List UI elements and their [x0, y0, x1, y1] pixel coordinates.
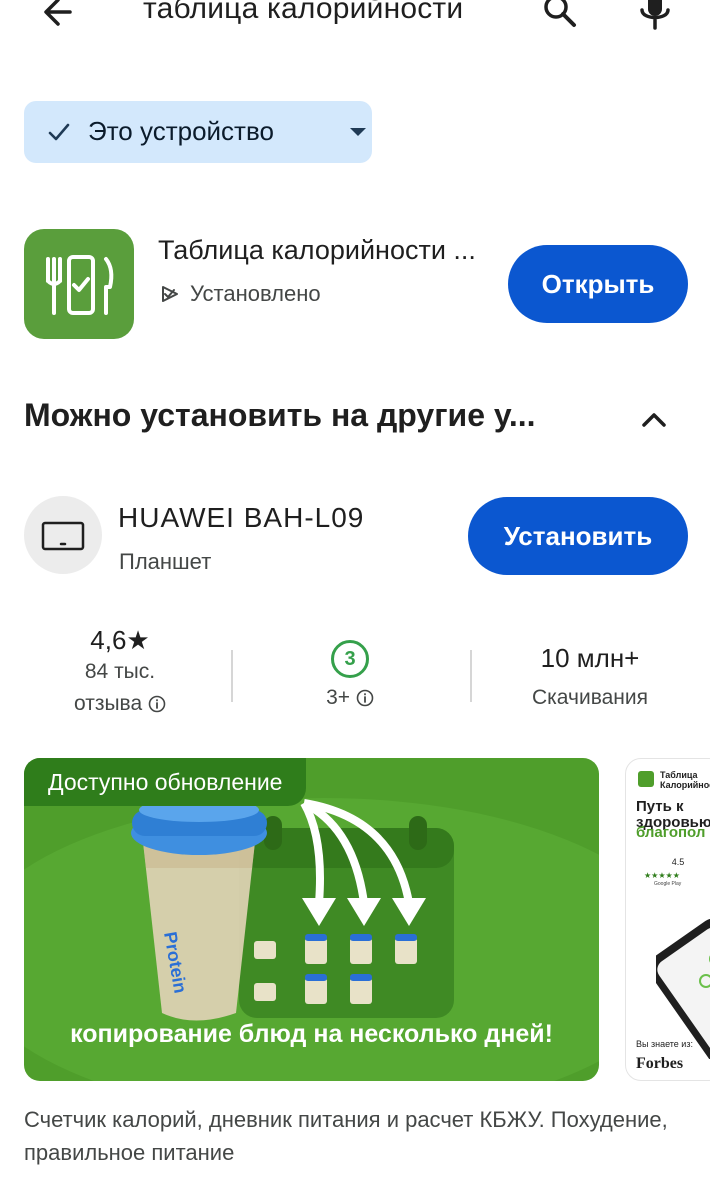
device-type: Планшет — [119, 549, 212, 574]
reviews-count: 84 тыс. — [84, 660, 156, 683]
open-button[interactable]: Открыть — [508, 245, 688, 323]
install-button[interactable]: Установить — [468, 497, 688, 575]
screenshot-2[interactable]: Таблица Калорийност Путь к здоровью благ… — [625, 758, 710, 1081]
microphone-icon[interactable] — [637, 0, 673, 34]
install-status: Установлено — [160, 281, 321, 307]
app-title[interactable]: Таблица калорийности ... — [158, 235, 476, 266]
search-bar: таблица калорийности — [0, 0, 710, 40]
downloads-value: 10 млн+ — [540, 643, 640, 673]
forbes-logo: Forbes — [636, 1055, 684, 1072]
fork-phone-knife-icon — [46, 255, 114, 315]
rating-value: 4,6★ — [90, 625, 150, 655]
installed-label: Установлено — [190, 281, 321, 306]
downloads-stat: 10 млн+ Скачивания — [500, 643, 680, 714]
shot2-headline-accent: благопол — [636, 824, 706, 841]
update-badge: Доступно обновление — [24, 758, 307, 806]
search-query[interactable]: таблица калорийности — [143, 0, 463, 26]
mini-app-logo — [638, 771, 654, 787]
app-icon[interactable] — [24, 229, 134, 339]
back-arrow-icon[interactable] — [38, 0, 78, 32]
shot2-stars: ★★★★★ — [644, 871, 680, 880]
age-rating-label: 3+ — [326, 686, 351, 709]
stat-divider — [470, 650, 472, 702]
age-rating-stat[interactable]: 3 3+ — [270, 640, 430, 714]
shot2-store: Google Play — [654, 881, 682, 887]
info-icon[interactable] — [148, 695, 166, 713]
dropdown-arrow-icon — [350, 128, 366, 136]
promo-screenshot[interactable]: Protein Доступно обновление копирование … — [24, 758, 599, 1081]
chip-label: Это устройство — [88, 116, 274, 146]
shot2-app-name: Таблица Калорийност — [660, 770, 710, 790]
reviews-label-row: отзыва — [40, 688, 200, 720]
phone-mockup-icon — [656, 919, 710, 1059]
other-devices-title: Можно установить на другие у... — [24, 397, 536, 433]
promo-caption: копирование блюд на несколько дней! — [70, 1020, 553, 1048]
age-rating-row: 3+ — [270, 682, 430, 714]
device-avatar — [24, 496, 102, 574]
check-icon — [48, 123, 70, 141]
chevron-up-icon[interactable] — [638, 404, 670, 436]
info-icon[interactable] — [356, 689, 374, 707]
rating-stat[interactable]: 4,6★ 84 тыс. отзыва — [40, 625, 200, 720]
app-description[interactable]: Счетчик калорий, дневник питания и расче… — [24, 1103, 694, 1169]
age-rating-badge: 3 — [331, 640, 369, 678]
downloads-label: Скачивания — [531, 686, 648, 709]
tablet-icon — [41, 521, 85, 551]
device-name: HUAWEI BAH-L09 — [118, 502, 365, 533]
device-filter-chip[interactable]: Это устройство — [24, 101, 372, 163]
shot2-known-from: Вы знаете из: — [636, 1039, 693, 1049]
stat-divider — [231, 650, 233, 702]
reviews-label: отзыва — [73, 692, 143, 715]
shot2-rating: 4.5 — [671, 857, 685, 867]
search-icon[interactable] — [540, 0, 580, 32]
installed-icon — [162, 286, 178, 302]
